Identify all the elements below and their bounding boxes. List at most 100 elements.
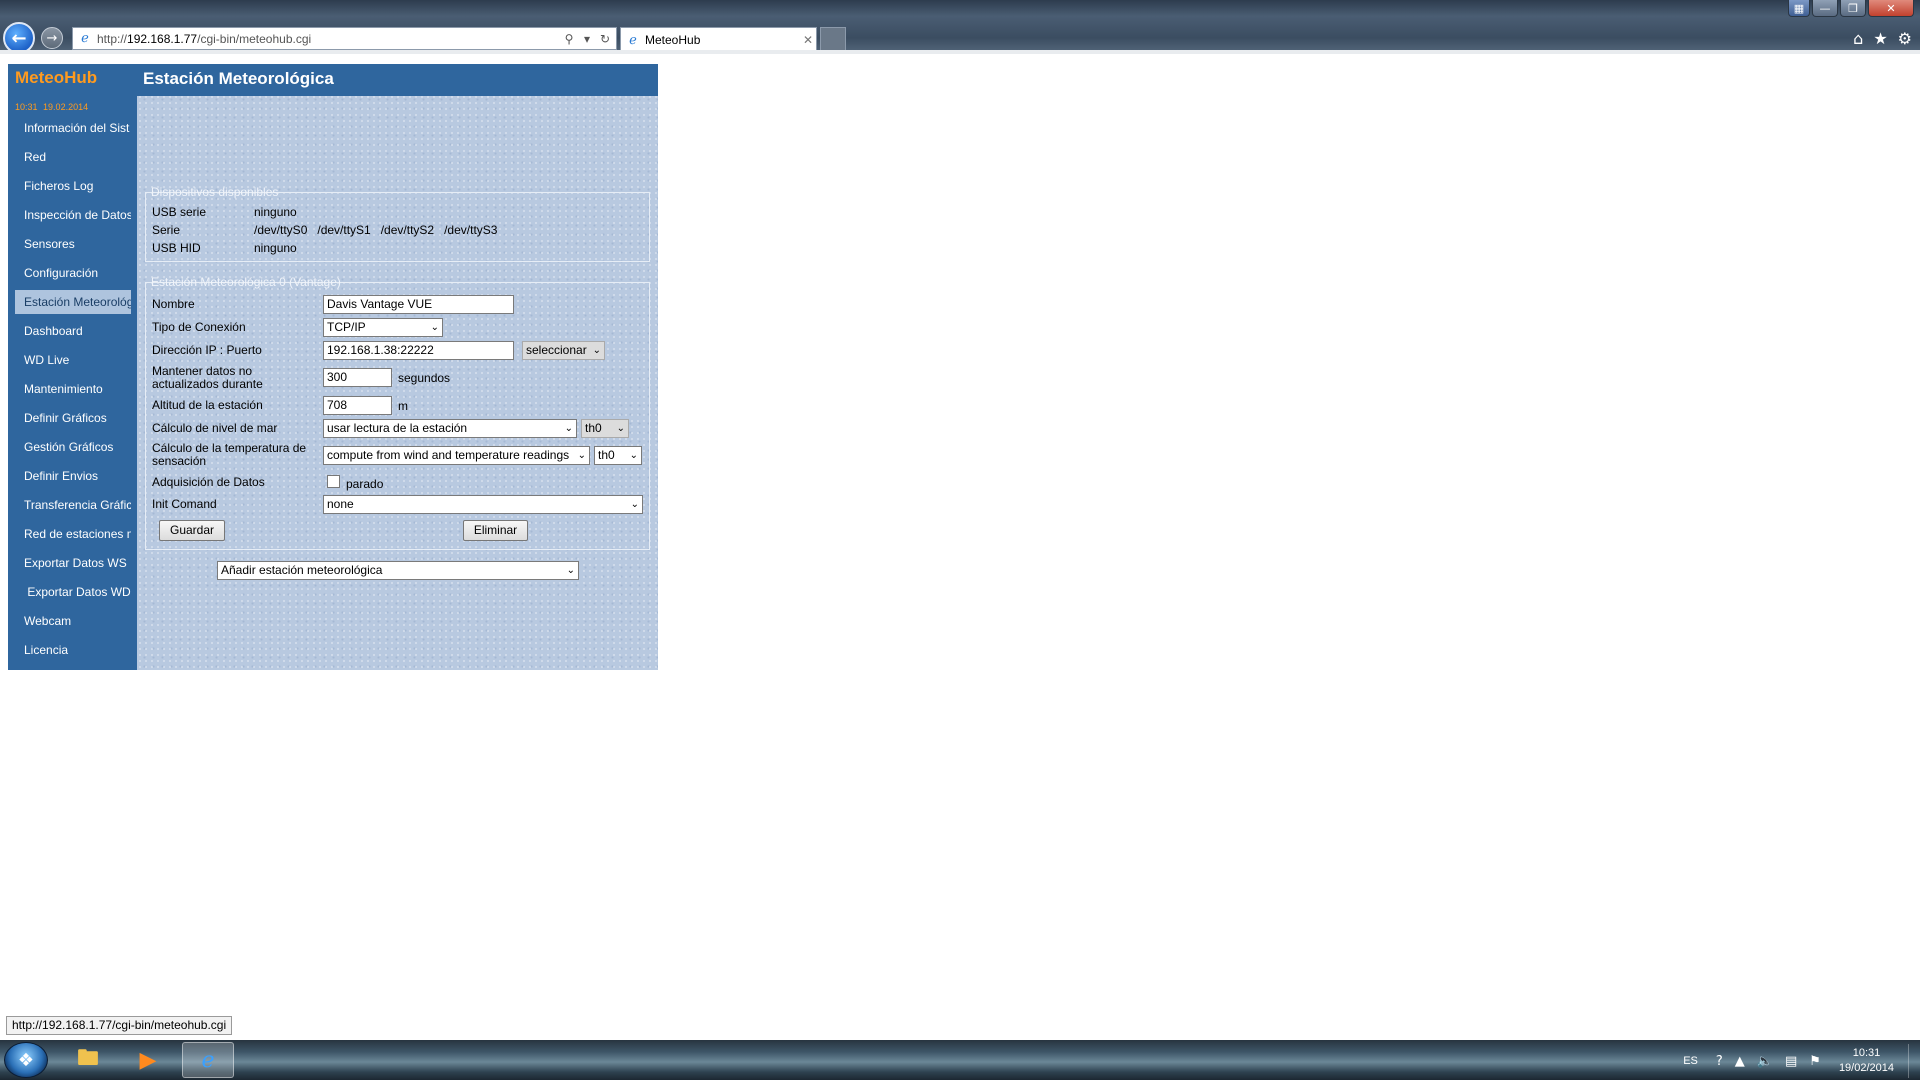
chevron-down-icon: ⌄ [566, 565, 575, 576]
close-window-button[interactable]: ✕ [1868, 0, 1914, 17]
chevron-down-icon: ⌄ [592, 345, 601, 356]
sidebar-item-configuracion[interactable]: Configuración [15, 261, 131, 285]
sidebar-item-exportar-ws[interactable]: Exportar Datos WS [15, 551, 131, 575]
init-command-select[interactable]: none ⌄ [323, 495, 643, 514]
status-url-tooltip: http://192.168.1.77/cgi-bin/meteohub.cgi [6, 1016, 233, 1035]
new-tab-button[interactable] [820, 27, 846, 52]
connection-label: Tipo de Conexión [152, 320, 246, 334]
keep-unit: segundos [398, 371, 451, 385]
sidebar-item-red-estaciones[interactable]: Red de estaciones meteorológicas [15, 522, 131, 546]
init-command-label: Init Comand [152, 497, 217, 511]
sidebar-item-ficheros-log[interactable]: Ficheros Log [15, 174, 131, 198]
chevron-down-icon[interactable]: ▾ [580, 32, 594, 46]
add-station-select[interactable]: Añadir estación meteorológica ⌄ [217, 561, 579, 580]
windchill-select[interactable]: compute from wind and temperature readin… [323, 446, 590, 465]
devices-legend: Dispositivos disponibles [151, 185, 279, 199]
gear-icon[interactable]: ⚙ [1898, 29, 1912, 48]
close-icon[interactable]: ✕ [800, 33, 816, 47]
tray-clock[interactable]: 10:31 19/02/2014 [1839, 1046, 1894, 1076]
home-icon[interactable]: ⌂ [1853, 29, 1863, 48]
sidebar-item-exportar-wd[interactable]: Exportar Datos WD [15, 580, 131, 604]
altitude-field[interactable]: 708 [323, 396, 392, 415]
browser-chrome: ← → ℯ http://192.168.1.77/cgi-bin/meteoh… [0, 0, 1920, 54]
device-value: ninguno [254, 241, 297, 255]
address-url[interactable]: http://192.168.1.77/cgi-bin/meteohub.cgi [97, 32, 562, 46]
help-icon[interactable]: ? [1716, 1054, 1723, 1069]
tab-title: MeteoHub [645, 33, 701, 47]
ip-port-field[interactable]: 192.168.1.38:22222 [323, 341, 514, 360]
windchill-sensor-select[interactable]: th0 ⌄ [594, 446, 642, 465]
sidebar-item-gestion-graficos[interactable]: Gestión Gráficos [15, 435, 131, 459]
network-icon[interactable]: ▤ [1785, 1054, 1797, 1069]
name-label: Nombre [152, 297, 195, 311]
chevron-down-icon: ⌄ [564, 423, 573, 434]
sealevel-label: Cálculo de nivel de mar [152, 421, 278, 435]
taskbar [0, 1040, 1920, 1080]
station-legend: Estación Meteorológica 0 (Vantage) [151, 275, 341, 289]
volume-icon[interactable]: 🔈 [1757, 1054, 1773, 1069]
delete-button[interactable]: Eliminar [463, 520, 528, 541]
explorer-folder-icon[interactable]: 🖿 [62, 1042, 114, 1078]
device-value: ninguno [254, 205, 297, 219]
sidebar-item-licencia[interactable]: Licencia [15, 638, 131, 662]
device-label: Serie [152, 223, 181, 237]
sidebar-item-sensores[interactable]: Sensores [15, 232, 131, 256]
windows-logo-icon: ❖ [17, 1049, 35, 1071]
chevron-down-icon: ⌄ [630, 499, 639, 510]
device-value: /dev/ttyS0 /dev/ttyS1 /dev/ttyS2 /dev/tt… [254, 223, 498, 237]
refresh-icon[interactable]: ↻ [598, 32, 612, 46]
window-controls: ▦ — ❐ ✕ [1788, 0, 1914, 18]
connection-select[interactable]: TCP/IP ⌄ [323, 318, 443, 337]
ie-favicon-icon: ℯ [629, 32, 637, 48]
main-content: Estación Meteorológica Dispositivos disp… [137, 64, 658, 670]
chevron-down-icon: ⌄ [629, 450, 638, 461]
sidebar-item-informacion[interactable]: Información del Sist [15, 116, 131, 140]
altitude-label: Altitud de la estación [152, 398, 263, 412]
sidebar-item-mantenimiento[interactable]: Mantenimiento [15, 377, 131, 401]
sidebar-item-definir-envios[interactable]: Definir Envios [15, 464, 131, 488]
sealevel-sensor-select[interactable]: th0 ⌄ [581, 419, 629, 438]
device-label: USB HID [152, 241, 201, 255]
save-button[interactable]: Guardar [159, 520, 225, 541]
address-bar[interactable]: ℯ http://192.168.1.77/cgi-bin/meteohub.c… [72, 27, 617, 50]
name-field[interactable]: Davis Vantage VUE [323, 295, 514, 314]
language-indicator[interactable]: ES [1683, 1055, 1698, 1067]
tray-expand-icon[interactable]: ▲ [1735, 1054, 1745, 1069]
acquisition-label: Adquisición de Datos [152, 475, 265, 489]
action-center-icon[interactable]: ⚑ [1809, 1054, 1821, 1069]
forward-button[interactable]: → [41, 27, 63, 49]
sidebar-item-estacion[interactable]: Estación Meteorológica [15, 290, 131, 314]
system-tray: ES ? ▲ 🔈 ▤ ⚑ 10:31 19/02/2014 [1683, 1044, 1920, 1078]
sidebar-item-webcam[interactable]: Webcam [15, 609, 131, 633]
forward-arrow-icon: → [46, 30, 58, 46]
browser-tools: ⌂ ★ ⚙ [1853, 29, 1912, 48]
ie-favicon-icon: ℯ [81, 30, 89, 46]
acquisition-checkbox[interactable] [327, 475, 340, 488]
sealevel-select[interactable]: usar lectura de la estación ⌄ [323, 419, 577, 438]
ip-label: Dirección IP : Puerto [152, 343, 262, 357]
star-icon[interactable]: ★ [1873, 29, 1887, 48]
maximize-button[interactable]: ❐ [1840, 0, 1866, 17]
browser-tab[interactable]: ℯ MeteoHub ✕ [620, 27, 817, 52]
meteohub-page: MeteoHub 10:31 19.02.2014 Información de… [8, 64, 658, 670]
internet-explorer-icon[interactable]: ℯ [182, 1042, 234, 1078]
back-button[interactable]: ← [3, 22, 35, 54]
start-button[interactable]: ❖ [4, 1042, 48, 1078]
media-player-icon[interactable]: ▶ [122, 1042, 174, 1078]
sidebar-item-inspeccion[interactable]: Inspección de Datos [15, 203, 131, 227]
sidebar-item-definir-graficos[interactable]: Definir Gráficos [15, 406, 131, 430]
chevron-down-icon: ⌄ [577, 450, 586, 461]
show-desktop-button[interactable] [1908, 1044, 1920, 1078]
chevron-down-icon: ⌄ [430, 322, 439, 333]
back-arrow-icon: ← [11, 27, 27, 49]
sidebar-item-dashboard[interactable]: Dashboard [15, 319, 131, 343]
keep-label: actualizados durante [152, 377, 263, 391]
sidebar-item-red[interactable]: Red [15, 145, 131, 169]
language-flag-icon[interactable]: ▦ [1788, 0, 1810, 17]
keep-field[interactable]: 300 [323, 368, 392, 387]
minimize-button[interactable]: — [1812, 0, 1838, 17]
search-icon[interactable]: ⚲ [562, 32, 576, 46]
sidebar-item-wd-live[interactable]: WD Live [15, 348, 131, 372]
ip-select[interactable]: seleccionar ⌄ [522, 341, 605, 360]
sidebar-item-transferencia[interactable]: Transferencia Gráficos [15, 493, 131, 517]
